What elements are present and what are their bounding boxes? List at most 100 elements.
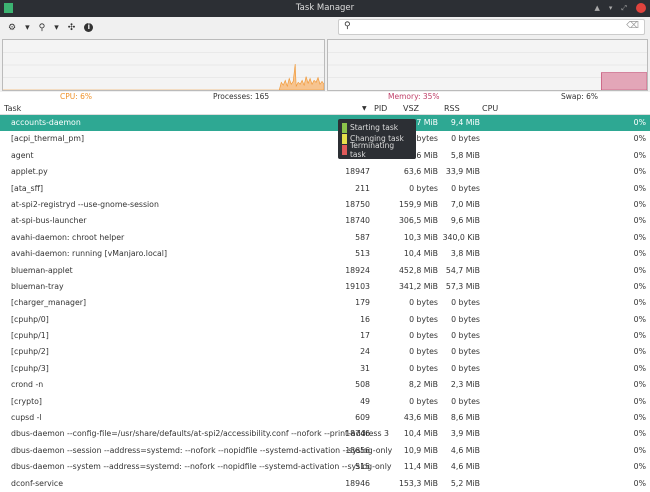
cell-pid: 17 xyxy=(360,331,370,341)
cell-pid: 211 xyxy=(355,183,370,193)
graphs xyxy=(0,38,650,92)
cell-cpu: 0% xyxy=(633,232,646,242)
starting-swatch xyxy=(342,122,347,133)
clear-icon[interactable]: ⌫ xyxy=(626,21,639,31)
cell-rss: 0 bytes xyxy=(451,298,480,308)
table-row[interactable]: [cpuhp/1] 17 0 bytes 0 bytes 0% xyxy=(0,328,650,344)
cell-pid: 513 xyxy=(355,249,370,259)
cell-rss: 8,6 MiB xyxy=(450,413,480,423)
cell-rss: 4,6 MiB xyxy=(450,462,480,472)
table-row[interactable]: [charger_manager] 179 0 bytes 0 bytes 0% xyxy=(0,295,650,311)
column-rss[interactable]: RSS xyxy=(444,104,460,113)
cell-name: blueman-tray xyxy=(11,281,64,291)
column-pid[interactable]: PID xyxy=(374,104,387,113)
table-row[interactable]: dconf-service 18946 153,3 MiB 5,2 MiB 0% xyxy=(0,476,650,492)
cell-rss: 5,2 MiB xyxy=(450,478,480,488)
window-title: Task Manager xyxy=(295,3,355,13)
cell-rss: 0 bytes xyxy=(451,363,480,373)
cell-pid: 508 xyxy=(355,380,370,390)
cell-name: [cpuhp/0] xyxy=(11,314,49,324)
table-row[interactable]: avahi-daemon: chroot helper 587 10,3 MiB 34… xyxy=(0,230,650,246)
cell-rss: 9,6 MiB xyxy=(450,216,480,226)
cell-name: [cpuhp/2] xyxy=(11,347,49,357)
keep-above-icon[interactable]: ▲ xyxy=(594,0,599,17)
tree-view-icon[interactable]: ⚲ xyxy=(39,23,46,33)
cell-name: avahi-daemon: chroot helper xyxy=(11,232,125,242)
table-row[interactable]: applet.py 18947 63,6 MiB 33,9 MiB 0% xyxy=(0,164,650,180)
cell-name: crond -n xyxy=(11,380,44,390)
cell-cpu: 0% xyxy=(633,167,646,177)
cell-name: [ata_sff] xyxy=(11,183,44,193)
table-row[interactable]: at-spi2-registryd --use-gnome-session 187… xyxy=(0,197,650,213)
cell-pid: 609 xyxy=(355,413,370,423)
table-row[interactable]: dbus-daemon --session --address=systemd:… xyxy=(0,443,650,459)
cell-pid: 515 xyxy=(355,462,370,472)
cell-cpu: 0% xyxy=(633,216,646,226)
legend-tooltip: Starting task Changing task Terminating … xyxy=(338,119,416,159)
cell-rss: 5,8 MiB xyxy=(450,150,480,160)
table-row[interactable]: accounts-daemon 9,7 MiB 9,4 MiB 0% xyxy=(0,115,650,132)
cell-name: blueman-applet xyxy=(11,265,73,275)
table-row[interactable]: at-spi-bus-launcher 18740 306,5 MiB 9,6 MiB… xyxy=(0,213,650,229)
table-row[interactable]: dbus-daemon --system --address=systemd: … xyxy=(0,459,650,475)
table-row[interactable]: blueman-applet 18924 452,8 MiB 54,7 MiB 0% xyxy=(0,263,650,279)
cell-name: applet.py xyxy=(11,167,48,177)
cell-rss: 0 bytes xyxy=(451,134,480,144)
cell-cpu: 0% xyxy=(633,462,646,472)
cell-pid: 587 xyxy=(355,232,370,242)
search-icon: ⚲ xyxy=(344,21,351,31)
cell-pid: 18746 xyxy=(345,429,370,439)
cell-cpu: 0% xyxy=(633,249,646,259)
cell-pid: 179 xyxy=(355,298,370,308)
table-row[interactable]: dbus-daemon --config-file=/usr/share/def… xyxy=(0,426,650,442)
cell-pid: 18947 xyxy=(345,167,370,177)
chevron-down-icon[interactable]: ▾ xyxy=(25,23,30,33)
cell-name: avahi-daemon: running [vManjaro.local] xyxy=(11,249,167,259)
gear-icon[interactable]: ⚙ xyxy=(8,23,16,33)
table-row[interactable]: [cpuhp/2] 24 0 bytes 0 bytes 0% xyxy=(0,344,650,360)
column-cpu[interactable]: CPU xyxy=(482,104,498,113)
table-row[interactable]: [crypto] 49 0 bytes 0 bytes 0% xyxy=(0,394,650,410)
cell-cpu: 0% xyxy=(633,265,646,275)
cell-name: dbus-daemon --config-file=/usr/share/def… xyxy=(11,429,389,439)
table-row[interactable]: agent 9,6 MiB 5,8 MiB 0% xyxy=(0,148,650,164)
cell-pid: 18924 xyxy=(345,265,370,275)
cell-name: dconf-service xyxy=(11,478,64,488)
cell-name: cupsd -l xyxy=(11,413,42,423)
column-task[interactable]: Task xyxy=(4,104,21,113)
cell-name: [cpuhp/3] xyxy=(11,363,49,373)
table-row[interactable]: [acpi_thermal_pm] 0 bytes 0 bytes 0% xyxy=(0,131,650,147)
cell-cpu: 0% xyxy=(633,150,646,160)
cell-pid: 24 xyxy=(360,347,370,357)
maximize-icon[interactable]: ⤢ xyxy=(621,0,627,17)
table-row[interactable]: [cpuhp/0] 16 0 bytes 0 bytes 0% xyxy=(0,312,650,328)
terminating-swatch xyxy=(342,144,347,155)
cell-cpu: 0% xyxy=(633,380,646,390)
cell-cpu: 0% xyxy=(633,281,646,291)
cell-pid: 18750 xyxy=(345,199,370,209)
cell-name: dbus-daemon --system --address=systemd: … xyxy=(11,462,392,472)
minimize-icon[interactable]: ▾ xyxy=(609,0,613,17)
column-vsz[interactable]: VSZ xyxy=(403,104,419,113)
cell-pid: 16 xyxy=(360,314,370,324)
tooltip-item: Terminating task xyxy=(349,140,395,159)
process-count: Processes: 165 xyxy=(213,92,270,101)
chevron-down-icon[interactable]: ▾ xyxy=(54,23,59,33)
cell-name: dbus-daemon --session --address=systemd:… xyxy=(11,445,393,455)
table-row[interactable]: [cpuhp/3] 31 0 bytes 0 bytes 0% xyxy=(0,361,650,377)
cell-cpu: 0% xyxy=(633,183,646,193)
cell-rss: 0 bytes xyxy=(451,331,480,341)
crosshair-icon[interactable]: ✣ xyxy=(68,23,76,33)
info-icon[interactable]: i xyxy=(84,23,94,32)
table-row[interactable]: crond -n 508 8,2 MiB 2,3 MiB 0% xyxy=(0,377,650,393)
table-row[interactable]: avahi-daemon: running [vManjaro.local] 51… xyxy=(0,246,650,262)
table-row[interactable]: cupsd -l 609 43,6 MiB 8,6 MiB 0% xyxy=(0,410,650,426)
table-row[interactable]: blueman-tray 19103 341,2 MiB 57,3 MiB 0% xyxy=(0,279,650,295)
cell-cpu: 0% xyxy=(633,413,646,423)
cell-rss: 2,3 MiB xyxy=(450,380,480,390)
close-icon[interactable] xyxy=(636,3,646,13)
cell-name: at-spi-bus-launcher xyxy=(11,216,87,226)
table-row[interactable]: [ata_sff] 211 0 bytes 0 bytes 0% xyxy=(0,181,650,197)
search-input[interactable]: ⚲ ⌫ xyxy=(338,19,645,35)
changing-swatch xyxy=(342,133,347,144)
